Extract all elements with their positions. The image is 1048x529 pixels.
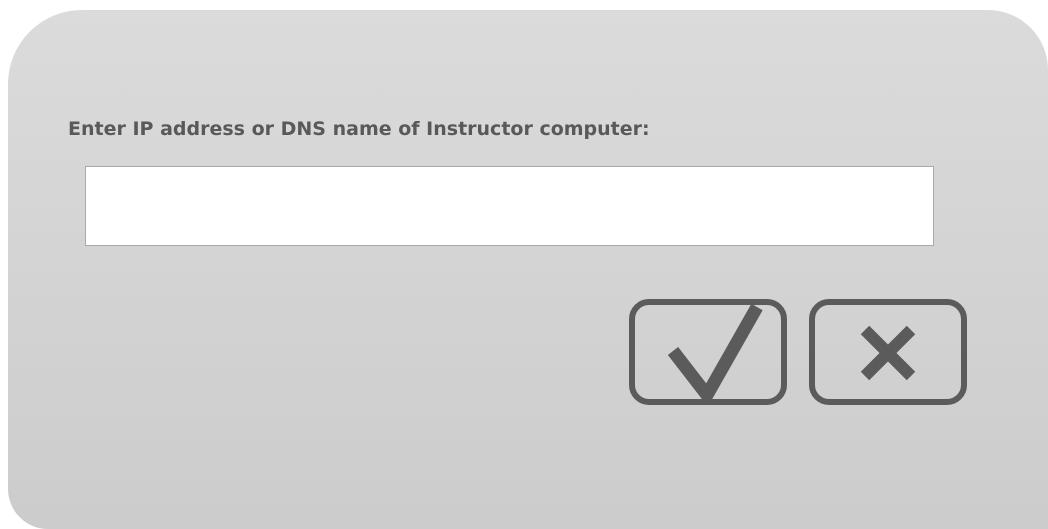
ok-button[interactable] (629, 299, 787, 405)
host-address-input[interactable] (85, 166, 934, 246)
cancel-button[interactable] (809, 299, 967, 405)
close-icon (860, 325, 916, 381)
prompt-label: Enter IP address or DNS name of Instruct… (68, 118, 650, 140)
checkmark-icon (667, 305, 763, 399)
connect-dialog: Enter IP address or DNS name of Instruct… (8, 10, 1048, 529)
